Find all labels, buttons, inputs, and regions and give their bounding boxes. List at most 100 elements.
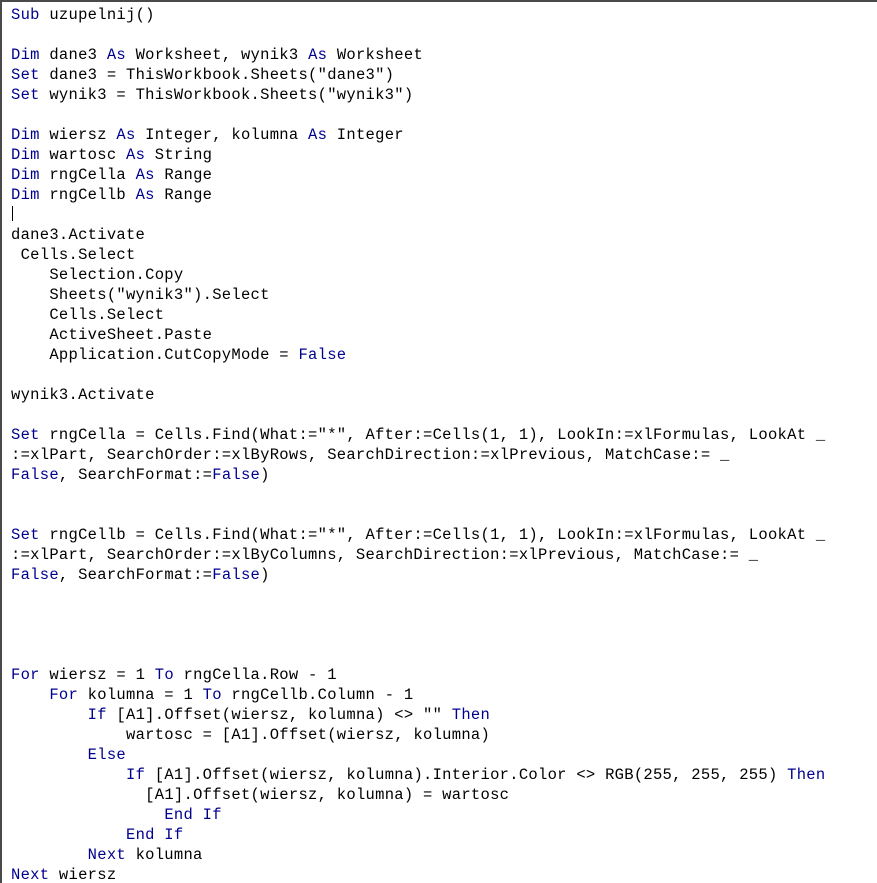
code-line[interactable]: ActiveSheet.Paste	[11, 325, 877, 345]
code-line[interactable]: :=xlPart, SearchOrder:=xlByRows, SearchD…	[11, 445, 877, 465]
code-line[interactable]: dane3.Activate	[11, 225, 877, 245]
code-line[interactable]: For wiersz = 1 To rngCella.Row - 1	[11, 665, 877, 685]
code-keyword: End If	[125, 826, 184, 844]
code-keyword: To	[154, 666, 174, 684]
code-line[interactable]: End If	[11, 825, 877, 845]
code-text: Range	[154, 166, 213, 184]
code-line[interactable]: Set rngCellb = Cells.Find(What:="*", Aft…	[11, 525, 877, 545]
code-text: :=xlPart, SearchOrder:=xlByRows, SearchD…	[11, 446, 730, 464]
code-line[interactable]	[11, 485, 877, 505]
code-text: dane3 = ThisWorkbook.Sheets("dane3")	[39, 66, 395, 84]
code-text: wartosc	[39, 146, 126, 164]
code-keyword: Dim	[11, 166, 40, 184]
code-keyword: To	[202, 686, 222, 704]
code-keyword: Dim	[11, 146, 40, 164]
code-text: wiersz	[39, 126, 117, 144]
code-line[interactable]: Next kolumna	[11, 845, 877, 865]
code-text: dane3	[39, 46, 107, 64]
code-line[interactable]	[11, 365, 877, 385]
code-text: wiersz = 1	[39, 666, 155, 684]
code-keyword: False	[212, 466, 261, 484]
code-line[interactable]	[11, 585, 877, 605]
code-keyword: Dim	[11, 46, 40, 64]
code-text: Selection.Copy	[49, 266, 184, 284]
code-text: ActiveSheet.Paste	[49, 326, 213, 344]
code-text: rngCella.Row - 1	[173, 666, 337, 684]
code-line[interactable]: Sub uzupelnij()	[11, 5, 877, 25]
code-keyword: As	[308, 46, 328, 64]
text-caret	[12, 206, 13, 221]
code-text: , SearchFormat:=	[58, 466, 213, 484]
code-line[interactable]: [A1].Offset(wiersz, kolumna) = wartosc	[11, 785, 877, 805]
code-line[interactable]: Dim wartosc As String	[11, 145, 877, 165]
code-line[interactable]: Cells.Select	[11, 305, 877, 325]
code-line[interactable]: Set wynik3 = ThisWorkbook.Sheets("wynik3…	[11, 85, 877, 105]
code-keyword: End If	[164, 806, 222, 824]
code-text: )	[260, 466, 270, 484]
code-keyword: If	[125, 766, 146, 784]
code-line[interactable]: For kolumna = 1 To rngCellb.Column - 1	[11, 685, 877, 705]
code-line[interactable]: Application.CutCopyMode = False	[11, 345, 877, 365]
code-text: rngCella	[39, 166, 136, 184]
code-keyword: Then	[787, 766, 826, 784]
code-line[interactable]	[11, 105, 877, 125]
code-line[interactable]	[11, 405, 877, 425]
vba-code-editor[interactable]: Sub uzupelnij() Dim dane3 As Worksheet, …	[0, 0, 877, 883]
code-line[interactable]: False, SearchFormat:=False)	[11, 465, 877, 485]
code-line[interactable]: wynik3.Activate	[11, 385, 877, 405]
code-line[interactable]: If [A1].Offset(wiersz, kolumna) <> "" Th…	[11, 705, 877, 725]
code-text: [A1].Offset(wiersz, kolumna).Interior.Co…	[145, 766, 788, 784]
code-text: Integer	[327, 126, 404, 144]
code-keyword: Next	[11, 866, 50, 883]
code-line[interactable]: Cells.Select	[11, 245, 877, 265]
code-line[interactable]: Dim rngCellb As Range	[11, 185, 877, 205]
code-text: dane3.Activate	[11, 226, 146, 244]
code-keyword: As	[308, 126, 328, 144]
code-line[interactable]	[11, 505, 877, 525]
code-line[interactable]: :=xlPart, SearchOrder:=xlByColumns, Sear…	[11, 545, 877, 565]
code-text: )	[260, 566, 270, 584]
code-keyword: Else	[87, 746, 126, 764]
code-text: Integer, kolumna	[135, 126, 309, 144]
code-keyword: False	[212, 566, 261, 584]
code-text: wiersz	[49, 866, 117, 883]
code-keyword: Then	[451, 706, 491, 724]
code-keyword: Dim	[11, 186, 40, 204]
code-line[interactable]	[11, 205, 877, 225]
code-line[interactable]: If [A1].Offset(wiersz, kolumna).Interior…	[11, 765, 877, 785]
code-line[interactable]: Else	[11, 745, 877, 765]
code-keyword: For	[49, 686, 79, 704]
code-line[interactable]	[11, 25, 877, 45]
code-line[interactable]: Set dane3 = ThisWorkbook.Sheets("dane3")	[11, 65, 877, 85]
code-line[interactable]: wartosc = [A1].Offset(wiersz, kolumna)	[11, 725, 877, 745]
code-line[interactable]: Dim wiersz As Integer, kolumna As Intege…	[11, 125, 877, 145]
code-line[interactable]	[11, 625, 877, 645]
code-text: Sheets("wynik3").Select	[49, 286, 270, 304]
code-keyword: Set	[11, 66, 40, 84]
code-line[interactable]: Dim rngCella As Range	[11, 165, 877, 185]
code-keyword: Set	[11, 426, 40, 444]
code-text: rngCellb = Cells.Find(What:="*", After:=…	[39, 526, 826, 544]
code-text-area[interactable]: Sub uzupelnij() Dim dane3 As Worksheet, …	[2, 2, 877, 883]
code-line[interactable]: False, SearchFormat:=False)	[11, 565, 877, 585]
code-line[interactable]	[11, 645, 877, 665]
code-line[interactable]: Set rngCella = Cells.Find(What:="*", Aft…	[11, 425, 877, 445]
code-keyword: False	[11, 466, 59, 484]
code-text: String	[145, 146, 213, 164]
code-line[interactable]	[11, 605, 877, 625]
code-line[interactable]: End If	[11, 805, 877, 825]
code-keyword: False	[298, 346, 347, 364]
code-text: Worksheet, wynik3	[126, 46, 309, 64]
code-line[interactable]: Sheets("wynik3").Select	[11, 285, 877, 305]
code-line[interactable]: Selection.Copy	[11, 265, 877, 285]
code-line[interactable]: Next wiersz	[11, 865, 877, 883]
code-line[interactable]: Dim dane3 As Worksheet, wynik3 As Worksh…	[11, 45, 877, 65]
code-text: kolumna = 1	[78, 686, 203, 704]
code-text: rngCellb.Column - 1	[221, 686, 414, 704]
